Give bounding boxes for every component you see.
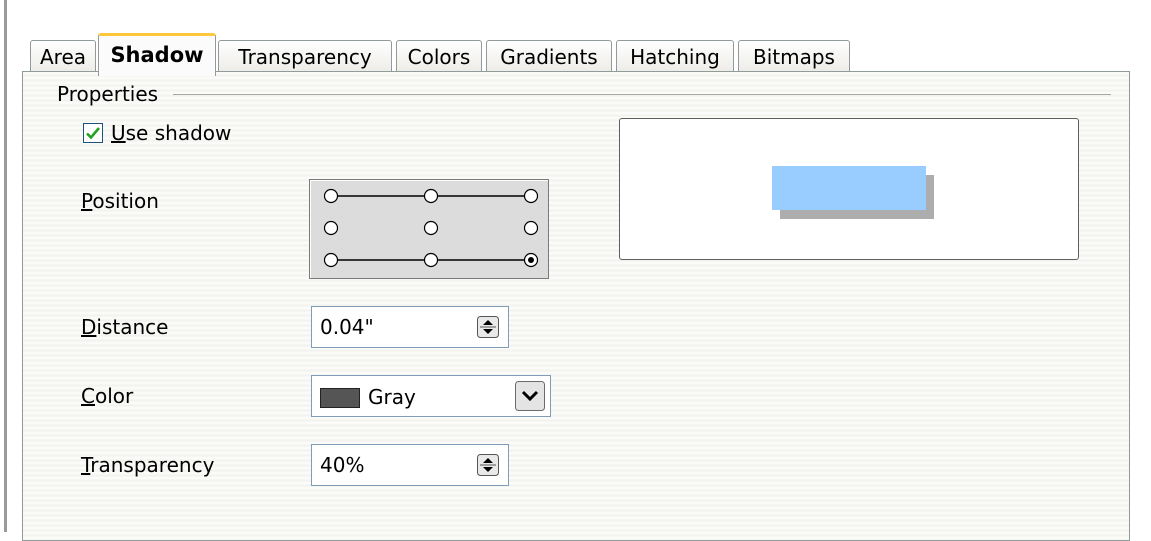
position-radio-middle-right[interactable] [523, 220, 539, 236]
group-divider [173, 94, 1111, 95]
position-radio-bottom-left[interactable] [323, 252, 339, 268]
preview-object [772, 166, 926, 210]
tab-hatching[interactable]: Hatching [616, 40, 734, 74]
color-value: Gray [368, 385, 416, 409]
color-label: Color [81, 384, 134, 408]
tab-transparency[interactable]: Transparency [218, 40, 392, 74]
tab-colors[interactable]: Colors [396, 40, 482, 74]
transparency-value[interactable]: 40% [320, 445, 364, 485]
chevron-down-icon[interactable] [515, 381, 545, 411]
distance-value[interactable]: 0.04" [320, 307, 374, 347]
transparency-label: Transparency [81, 453, 215, 477]
tab-shadow[interactable]: Shadow [98, 33, 216, 76]
use-shadow-label: Use shadow [111, 121, 232, 145]
position-radio-top-right[interactable] [523, 188, 539, 204]
checkmark-icon [86, 127, 100, 140]
tab-area[interactable]: Area [30, 40, 96, 74]
position-radio-top-center[interactable] [423, 188, 439, 204]
shadow-color-dropdown[interactable]: Gray [311, 375, 551, 417]
distance-label: Distance [81, 315, 169, 339]
transparency-spinfield[interactable]: 40% [311, 444, 509, 486]
position-radio-bottom-right[interactable] [523, 252, 539, 268]
shadow-position-selector [309, 179, 549, 279]
transparency-spin-button[interactable] [477, 454, 499, 476]
tab-bitmaps[interactable]: Bitmaps [738, 40, 850, 74]
properties-group-title: Properties [57, 82, 159, 106]
tab-gradients[interactable]: Gradients [486, 40, 612, 74]
position-radio-bottom-center[interactable] [423, 252, 439, 268]
distance-spin-button[interactable] [477, 316, 499, 338]
position-radio-middle-center[interactable] [423, 220, 439, 236]
color-swatch [320, 388, 360, 408]
distance-spinfield[interactable]: 0.04" [311, 306, 509, 348]
use-shadow-checkbox-row[interactable]: Use shadow [83, 120, 231, 146]
shadow-tab-panel: Properties Use shadow Position Distance … [22, 71, 1130, 541]
position-radio-middle-left[interactable] [323, 220, 339, 236]
window-left-edge [0, 0, 8, 532]
shadow-preview [619, 118, 1079, 260]
position-label: Position [81, 189, 159, 213]
use-shadow-checkbox[interactable] [83, 123, 103, 143]
position-radio-top-left[interactable] [323, 188, 339, 204]
